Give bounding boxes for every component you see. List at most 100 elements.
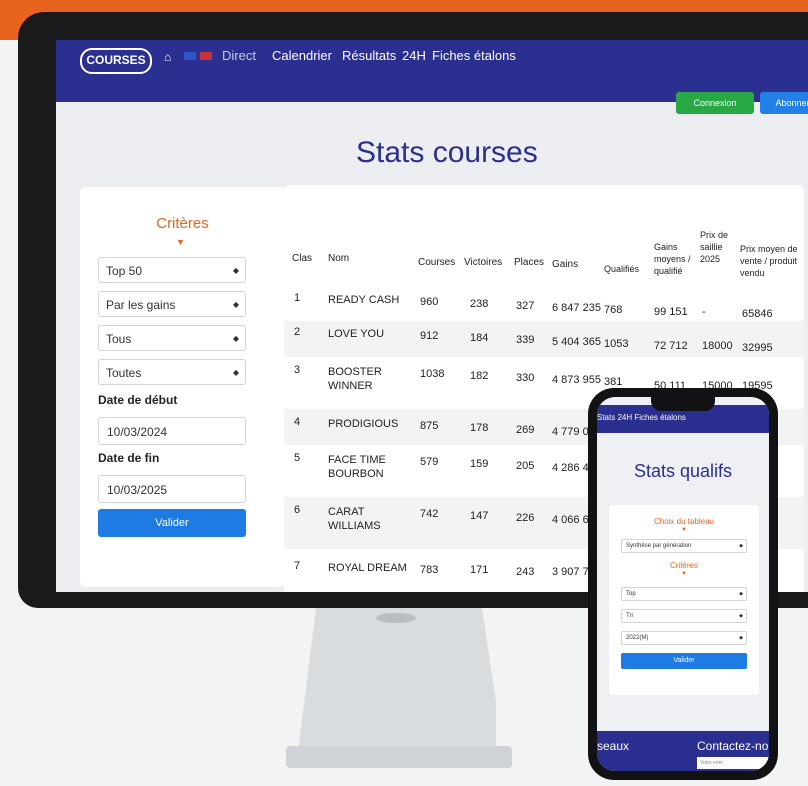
cell-name[interactable]: READY CASH [328, 293, 399, 307]
phone-select-top[interactable]: Top ◆ [621, 587, 747, 601]
table-row[interactable]: 1 READY CASH 960 238 327 6 847 235 768 9… [284, 285, 804, 321]
cell-name[interactable]: PRODIGIOUS [328, 417, 398, 431]
cell-name[interactable]: LOVE YOU [328, 327, 384, 341]
phone-select-generation[interactable]: 2022(M) ◆ [621, 631, 747, 645]
phone-select-table[interactable]: Synthèse par génération ◆ [621, 539, 747, 553]
cell-courses: 960 [420, 296, 439, 308]
phone-select-sort[interactable]: Tri ◆ [621, 609, 747, 623]
cell-places: 330 [516, 372, 535, 384]
cell-prix-saillie: 18000 [702, 340, 733, 352]
column-header[interactable]: Victoires [464, 257, 502, 269]
cell-name[interactable]: CARAT WILLIAMS [328, 505, 388, 533]
cell-places: 243 [516, 566, 535, 578]
cell-victoires: 184 [470, 332, 489, 344]
caret-down-icon: ▼ [681, 527, 687, 533]
criteria-panel: Critères ▼ Top 50 ◆ Par les gains ◆ Tous ◆ … [80, 187, 285, 587]
cell-prix-vente: 32995 [742, 342, 773, 354]
phone-frame: Stats 24H Fiches étalons Stats qualifs C… [588, 388, 778, 780]
login-button[interactable]: Connexion [676, 92, 754, 114]
select-sort-value: Par les gains [106, 298, 176, 312]
phone-select-table-value: Synthèse par génération [626, 543, 692, 549]
nav-link-calendrier[interactable]: Calendrier [272, 48, 332, 63]
phone-footer: seaux Contactez-no Votre nom [597, 731, 769, 771]
chevron-down-icon: ◆ [232, 368, 239, 377]
select-sex[interactable]: Tous ◆ [98, 325, 246, 351]
date-end-label: Date de fin [98, 451, 160, 465]
select-sort[interactable]: Par les gains ◆ [98, 291, 246, 317]
column-header[interactable]: Prix de saillie 2025 [700, 229, 736, 265]
date-start-input[interactable]: 10/03/2024 [98, 417, 246, 445]
select-category-value: Toutes [106, 366, 142, 380]
cell-prix-saillie: - [702, 306, 706, 318]
cell-places: 269 [516, 424, 535, 436]
cell-gains: 4 873 955 [552, 374, 601, 386]
cell-courses: 912 [420, 330, 439, 342]
cell-places: 339 [516, 334, 535, 346]
cell-victoires: 178 [470, 422, 489, 434]
column-header[interactable]: Gains moyens / qualifié [654, 241, 694, 277]
cell-places: 327 [516, 300, 535, 312]
cell-qualifies: 1053 [604, 338, 629, 350]
phone-nav-links[interactable]: Stats 24H Fiches étalons [597, 413, 686, 422]
column-header[interactable]: Nom [328, 253, 349, 265]
cell-prix-vente: 65846 [742, 308, 773, 320]
column-header[interactable]: Courses [418, 257, 455, 269]
cell-gains-moyens: 72 712 [654, 340, 688, 352]
caret-down-icon: ▼ [681, 571, 687, 577]
subscribe-button[interactable]: Abonnement [760, 92, 808, 114]
cell-victoires: 171 [470, 564, 489, 576]
cell-rank: 5 [294, 452, 301, 464]
nav-link-fiches[interactable]: Fiches étalons [432, 48, 516, 63]
submit-button[interactable]: Valider [98, 509, 246, 537]
cell-rank: 1 [294, 292, 301, 304]
select-top-value: Top 50 [106, 264, 143, 278]
cell-name[interactable]: BOOSTER WINNER [328, 365, 388, 393]
select-category[interactable]: Toutes ◆ [98, 359, 246, 385]
site-logo[interactable]: COURSES [80, 48, 152, 74]
select-top[interactable]: Top 50 ◆ [98, 257, 246, 283]
date-start-label: Date de début [98, 393, 178, 407]
cell-courses: 742 [420, 508, 439, 520]
cell-courses: 783 [420, 564, 439, 576]
cell-gains: 5 404 365 [552, 336, 601, 348]
column-header[interactable]: Places [514, 257, 544, 269]
cell-victoires: 159 [470, 458, 489, 470]
chevron-down-icon: ◆ [232, 266, 239, 275]
home-icon[interactable]: ⌂ [164, 50, 176, 64]
cell-name[interactable]: FACE TIME BOURBON [328, 453, 388, 481]
cell-courses: 1038 [420, 368, 445, 380]
chevron-down-icon: ◆ [739, 635, 743, 641]
phone-submit-button[interactable]: Valider [621, 653, 747, 669]
criteria-title: Critères [156, 215, 209, 232]
chevron-down-icon: ◆ [739, 543, 743, 549]
phone-select-sort-value: Tri [626, 613, 633, 619]
cell-qualifies: 381 [604, 376, 623, 388]
cell-gains: 6 847 235 [552, 302, 601, 314]
phone-name-input[interactable]: Votre nom [697, 757, 769, 769]
cell-rank: 3 [294, 364, 301, 376]
nav-link-24h[interactable]: 24H [402, 48, 426, 63]
phone-choice-title: Choix du tableau [653, 517, 715, 526]
nav-link-resultats[interactable]: Résultats [342, 48, 396, 63]
phone-page-title: Stats qualifs [633, 461, 733, 481]
page-title: Stats courses [356, 136, 538, 169]
cell-courses: 579 [420, 456, 439, 468]
column-header[interactable]: Prix moyen de vente / produit vendu [740, 243, 804, 279]
column-header[interactable]: Gains [552, 259, 578, 271]
cell-qualifies: 768 [604, 304, 623, 316]
caret-down-icon: ▼ [176, 237, 185, 247]
phone-footer-right[interactable]: Contactez-no [697, 739, 768, 753]
chevron-down-icon: ◆ [739, 591, 743, 597]
cell-victoires: 238 [470, 298, 489, 310]
cell-victoires: 182 [470, 370, 489, 382]
phone-criteria-card: Choix du tableau ▼ Synthèse par générati… [609, 505, 759, 695]
cell-name[interactable]: ROYAL DREAM [328, 561, 407, 575]
date-end-input[interactable]: 10/03/2025 [98, 475, 246, 503]
nav-link-direct[interactable]: Direct [222, 48, 256, 63]
column-header[interactable]: Clas [292, 253, 312, 265]
cell-gains-moyens: 99 151 [654, 306, 688, 318]
table-row[interactable]: 2 LOVE YOU 912 184 339 5 404 365 1053 72… [284, 321, 804, 357]
phone-footer-left[interactable]: seaux [597, 739, 629, 753]
monitor-base [286, 746, 512, 768]
column-header[interactable]: Qualifiés [604, 263, 639, 275]
